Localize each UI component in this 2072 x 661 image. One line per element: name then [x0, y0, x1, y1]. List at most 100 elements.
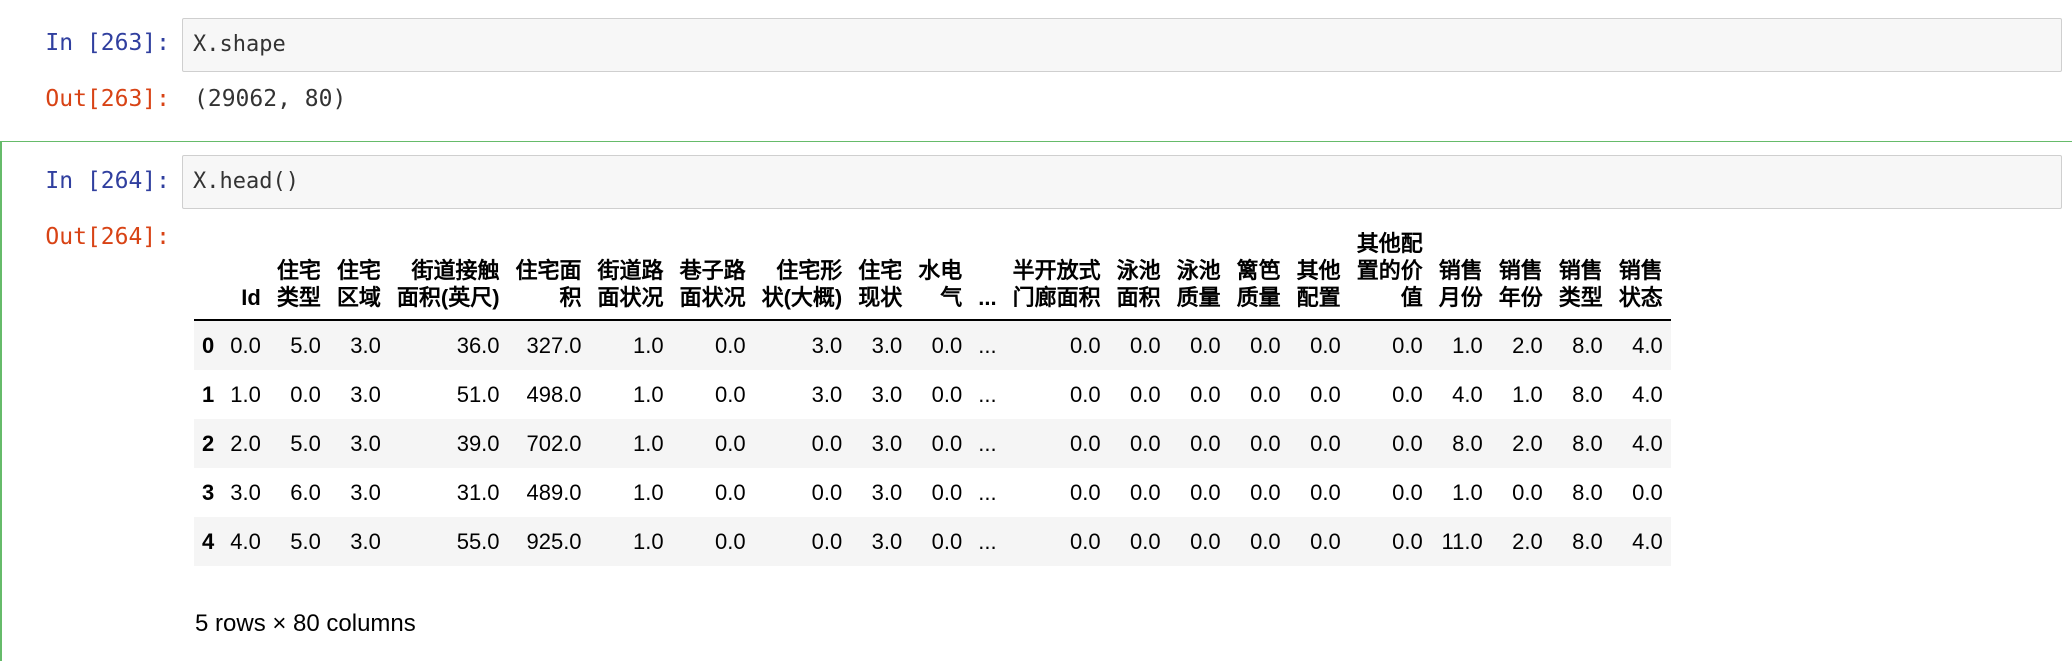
table-cell: 3.0	[350, 528, 381, 554]
column-header: 销售 月份	[1430, 230, 1491, 321]
table-cell: 702.0	[526, 430, 582, 456]
table-cell: 1.0	[230, 381, 261, 407]
code-input[interactable]: X.head()	[182, 155, 2062, 209]
table-cell: 1.0	[632, 528, 664, 554]
table-cell: 8.0	[1572, 381, 1603, 407]
column-header: 水电 气	[910, 230, 971, 321]
table-cell: 3.0	[811, 332, 843, 358]
table-cell: 4.0	[1632, 528, 1663, 554]
table-cell: 1.0	[632, 430, 664, 456]
table-cell: 0.0	[1310, 479, 1341, 505]
table-cell: 0.0	[1070, 381, 1101, 407]
table-cell: 8.0	[1572, 430, 1603, 456]
table-cell: 0.0	[1190, 430, 1221, 456]
table-cell: 3.0	[871, 332, 903, 358]
table-cell: 3.0	[350, 381, 381, 407]
table-cell: 0.0	[1310, 430, 1341, 456]
table-cell: 5.0	[290, 430, 321, 456]
column-header: 住宅 现状	[850, 230, 911, 321]
table-cell: 0.0	[1310, 332, 1341, 358]
table-cell: 3.0	[350, 479, 381, 505]
table-cell: 3.0	[350, 430, 381, 456]
table-cell: 3.0	[230, 479, 261, 505]
table-cell: 0.0	[1250, 430, 1281, 456]
notebook-cell-263[interactable]: In [263]: X.shape Out[263]: (29062, 80)	[0, 0, 2072, 141]
column-header: 住宅 区域	[328, 230, 389, 321]
code-input[interactable]: X.shape	[182, 18, 2062, 72]
table-cell: 36.0	[456, 332, 500, 358]
table-cell: 1.0	[632, 479, 664, 505]
input-prompt: In [263]:	[45, 30, 170, 56]
table-cell: 0.0	[1250, 528, 1281, 554]
table-cell: 3.0	[871, 528, 903, 554]
table-cell: 0.0	[1070, 332, 1101, 358]
row-index: 1	[202, 381, 215, 407]
shape-note: 5 rows × 80 columns	[195, 610, 416, 637]
table-cell: 5.0	[290, 528, 321, 554]
table-cell: 0.0	[1310, 528, 1341, 554]
table-cell: 925.0	[526, 528, 582, 554]
table-cell: 0.0	[1392, 479, 1423, 505]
table-cell: 0.0	[931, 332, 963, 358]
column-header: 泳池 面积	[1108, 230, 1169, 321]
table-cell: 8.0	[1572, 479, 1603, 505]
table-cell: 0.0	[1250, 479, 1281, 505]
table-cell: ...	[978, 528, 997, 554]
column-header: 住宅面 积	[507, 230, 590, 321]
table-cell: 51.0	[456, 381, 500, 407]
table-cell: 0.0	[1130, 381, 1161, 407]
index-header	[194, 230, 223, 321]
table-cell: 4.0	[1632, 381, 1663, 407]
table-cell: 3.0	[871, 430, 903, 456]
table-cell: 8.0	[1572, 332, 1603, 358]
table-cell: 0.0	[1250, 381, 1281, 407]
table-cell: 0.0	[1070, 430, 1101, 456]
column-header: ...	[970, 230, 1005, 321]
table-cell: ...	[978, 430, 997, 456]
row-index: 2	[202, 430, 215, 456]
table-cell: 0.0	[714, 479, 746, 505]
table-cell: 1.0	[632, 332, 664, 358]
column-header: 其他配 置的价 值	[1348, 230, 1431, 321]
row-index: 4	[202, 528, 215, 554]
table-cell: 6.0	[290, 479, 321, 505]
column-header: 半开放式 门廊面积	[1004, 230, 1109, 321]
table-cell: 0.0	[811, 479, 843, 505]
table-cell: 0.0	[931, 381, 963, 407]
table-cell: 3.0	[811, 381, 843, 407]
table-cell: ...	[978, 479, 997, 505]
table-cell: 1.0	[1452, 479, 1483, 505]
table-cell: 0.0	[714, 430, 746, 456]
table-cell: 2.0	[1512, 332, 1543, 358]
output-prompt: Out[264]:	[45, 224, 170, 250]
table-cell: 3.0	[350, 332, 381, 358]
table-cell: 0.0	[1632, 479, 1663, 505]
table-cell: 8.0	[1452, 430, 1483, 456]
table-cell: 0.0	[1130, 528, 1161, 554]
table-cell: 0.0	[1392, 430, 1423, 456]
table-cell: 2.0	[230, 430, 261, 456]
notebook-cell-264[interactable]: In [264]: X.head() Out[264]: Id 住宅 类型 住宅 区…	[0, 141, 2072, 661]
table-cell: 0.0	[1392, 528, 1423, 554]
table-cell: 1.0	[1452, 332, 1483, 358]
table-cell: 4.0	[1632, 332, 1663, 358]
table-row: 3 3.0 6.0 3.0 31.0 489.0 1.0 0.0 0.0 3.0 0.0... 0.0…	[194, 468, 1671, 517]
column-header: 街道接触 面积(英尺)	[388, 230, 508, 321]
table-cell: 0.0	[811, 528, 843, 554]
column-header: 篱笆 质量	[1228, 230, 1289, 321]
column-header: 销售 状态	[1610, 230, 1671, 321]
table-cell: 0.0	[931, 528, 963, 554]
column-header: 住宅形 状(大概)	[753, 230, 851, 321]
table-cell: 0.0	[1190, 332, 1221, 358]
output-prompt: Out[263]:	[45, 86, 170, 112]
table-cell: 0.0	[714, 381, 746, 407]
table-cell: 0.0	[230, 332, 261, 358]
table-cell: 2.0	[1512, 528, 1543, 554]
table-cell: 0.0	[290, 381, 321, 407]
dataframe-table: Id 住宅 类型 住宅 区域 街道接触 面积(英尺) 住宅面 积街道路 面状况 巷子路 面…	[194, 230, 1671, 566]
table-cell: 0.0	[931, 479, 963, 505]
table-cell: 0.0	[1070, 528, 1101, 554]
column-header: Id	[222, 230, 269, 321]
column-header: 巷子路 面状况	[671, 230, 754, 321]
table-cell: ...	[978, 332, 997, 358]
